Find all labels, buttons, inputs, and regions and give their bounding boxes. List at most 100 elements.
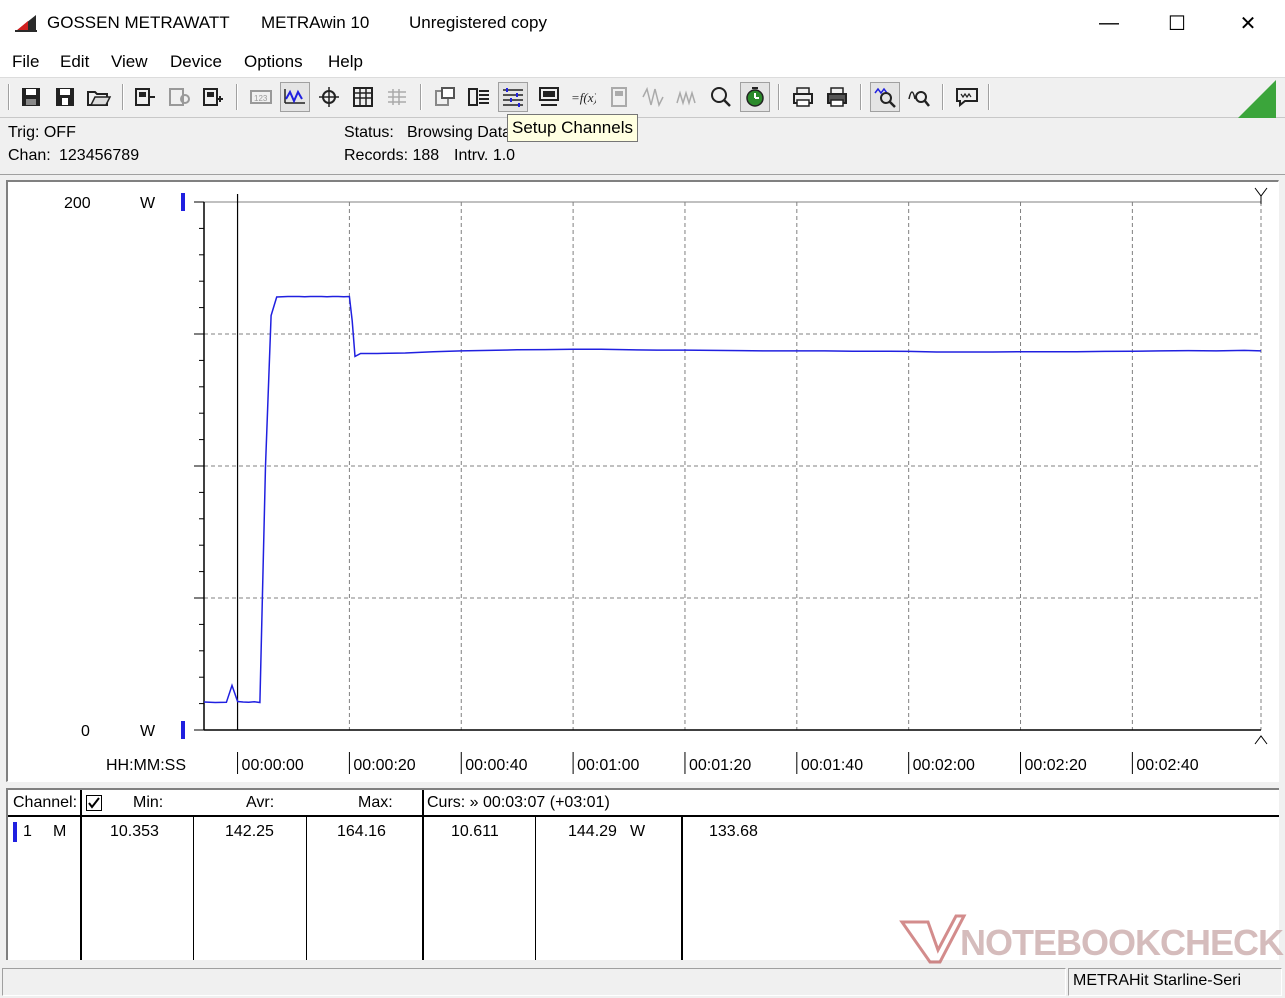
col-divider [193, 817, 194, 960]
menu-edit[interactable]: Edit [60, 52, 89, 72]
y-scale-marker-bottom [181, 721, 185, 739]
toolbar-separator [860, 84, 862, 110]
timer-icon[interactable] [740, 82, 770, 112]
waveform-icon[interactable] [638, 82, 668, 112]
x-tick-label: 00:02:40 [1136, 757, 1198, 774]
channel-label: Chan: [8, 147, 51, 164]
toolbar-separator [236, 84, 238, 110]
search-data-icon[interactable] [706, 82, 736, 112]
digital-display-icon[interactable]: 123 [246, 82, 276, 112]
chart-ticks [194, 201, 204, 731]
signal-icon[interactable] [672, 82, 702, 112]
save-as-icon[interactable] [50, 82, 80, 112]
chart-area[interactable]: 00:00:00 00:00:20 00:00:40 00:01:00 00:01:20… [6, 180, 1279, 782]
table-view-icon[interactable] [348, 82, 378, 112]
computer-icon[interactable] [534, 82, 564, 112]
interval-value: Intrv. 1.0 [454, 147, 516, 164]
tooltip-setup-channels: Setup Channels [507, 114, 638, 142]
menu-bar: File Edit View Device Options Help [0, 46, 1285, 78]
setup-channels-icon[interactable] [498, 82, 528, 112]
title-bar: GOSSEN METRAWATT METRAwin 10 Unregistere… [0, 0, 1285, 46]
device-read-icon[interactable] [130, 82, 160, 112]
zoom-area-icon[interactable] [430, 82, 460, 112]
row-max-value: 164.16 [337, 823, 386, 840]
menu-help[interactable]: Help [328, 52, 363, 72]
power-series-line [203, 295, 1262, 704]
menu-file[interactable]: File [12, 52, 39, 72]
app-window: GOSSEN METRAWATT METRAwin 10 Unregistere… [0, 0, 1285, 998]
col-divider [306, 817, 307, 960]
y-bottom-unit: W [140, 723, 156, 740]
menu-view[interactable]: View [111, 52, 148, 72]
list-view-icon[interactable] [382, 82, 412, 112]
y-top-label: 200 [64, 195, 91, 212]
zoom-in-graph-icon[interactable] [870, 82, 900, 112]
svg-text:123: 123 [254, 94, 268, 103]
print-preview-icon[interactable] [788, 82, 818, 112]
col-divider [422, 790, 424, 960]
close-button[interactable]: ✕ [1213, 0, 1283, 46]
toolbar-separator [8, 84, 10, 110]
table-header-divider [8, 815, 1279, 817]
x-tick-label: 00:01:40 [801, 757, 863, 774]
y-scale-marker-top [181, 193, 185, 211]
y-top-unit: W [140, 195, 156, 212]
x-tick-label: 00:02:00 [913, 757, 975, 774]
memory-icon[interactable] [604, 82, 634, 112]
xy-plot-icon[interactable] [314, 82, 344, 112]
row-min-value: 10.353 [110, 823, 159, 840]
row-cursor-value-a: 10.611 [451, 823, 499, 840]
status-bar: METRAHit Starline-Seri [0, 964, 1285, 998]
col-header-avr: Avr: [246, 794, 275, 811]
device-settings-icon[interactable] [164, 82, 194, 112]
x-tick-label: 00:00:40 [465, 757, 527, 774]
col-header-channel: Channel: [13, 794, 78, 811]
check-icon [88, 797, 100, 809]
channel-list-icon[interactable] [464, 82, 494, 112]
title-app: METRAwin 10 [261, 13, 370, 32]
row-cursor-value-b: 144.29 [568, 823, 617, 840]
zoom-out-graph-icon[interactable] [904, 82, 934, 112]
col-header-cursor: Curs: » 00:03:07 (+03:01) [427, 794, 610, 811]
col-divider [535, 817, 536, 960]
open-folder-icon[interactable] [84, 82, 114, 112]
trigger-status: Trig: OFF [8, 124, 76, 141]
channel-value: 123456789 [59, 147, 140, 164]
minimize-button[interactable]: — [1074, 0, 1144, 46]
status-indicator-triangle [1238, 80, 1276, 118]
row-cursor-value-c: 133.68 [709, 823, 758, 840]
toolbar-separator [942, 84, 944, 110]
toolbar-separator [778, 84, 780, 110]
menu-options[interactable]: Options [244, 52, 303, 72]
chart-series [203, 295, 1262, 704]
toolbar-separator [988, 84, 990, 110]
x-tick-label: 00:02:20 [1025, 757, 1087, 774]
chart-grid [204, 201, 1262, 730]
device-name: METRAHit Starline-Seri [1068, 968, 1282, 996]
status-panel: Trig: OFF Chan: 123456789 Status: Browsi… [0, 119, 1285, 175]
device-connect-icon[interactable] [198, 82, 228, 112]
maximize-button[interactable]: ☐ [1142, 0, 1212, 46]
toolbar-separator [420, 84, 422, 110]
status-value: Browsing Data [407, 124, 512, 141]
save-icon[interactable] [16, 82, 46, 112]
title-registration: Unregistered copy [409, 13, 547, 32]
menu-device[interactable]: Device [170, 52, 222, 72]
status-bar-panel [2, 968, 1066, 996]
records-count: Records: 188 [344, 147, 440, 164]
row-channel-number: 1 [23, 823, 32, 840]
print-icon[interactable] [822, 82, 852, 112]
status-label: Status: [344, 124, 394, 141]
channel-visible-checkbox[interactable] [86, 795, 102, 811]
col-divider [80, 790, 82, 960]
channel-color-marker [13, 822, 17, 842]
line-graph-icon[interactable] [280, 82, 310, 112]
scroll-down-arrow-icon [1254, 735, 1268, 745]
col-header-max: Max: [358, 794, 393, 811]
help-comment-icon[interactable] [952, 82, 982, 112]
function-icon[interactable]: =f(x) [568, 82, 598, 112]
chart-labels: 00:00:00 00:00:20 00:00:40 00:01:00 00:01:20… [64, 195, 1199, 774]
app-logo-icon [15, 15, 37, 32]
toolbar-separator [122, 84, 124, 110]
title-vendor: GOSSEN METRAWATT [47, 13, 230, 32]
